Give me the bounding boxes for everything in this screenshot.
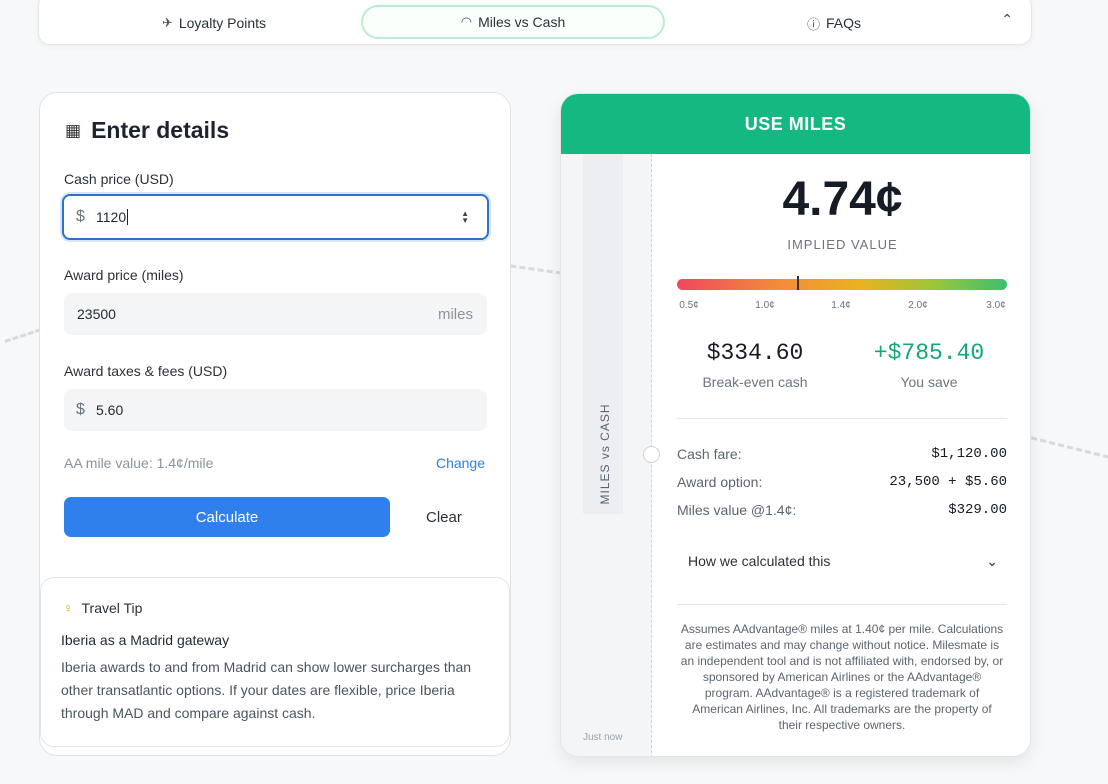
chevron-down-icon: ⌄	[986, 553, 998, 569]
travel-tip-card: ♀ Travel Tip Iberia as a Madrid gateway …	[40, 577, 510, 747]
disclaimer: Assumes AAdvantage® miles at 1.40¢ per m…	[680, 622, 1004, 732]
value-scale-marker	[797, 276, 800, 290]
row-value: 23,500 + $5.60	[889, 474, 1007, 490]
how-calculated-label: How we calculated this	[688, 553, 831, 569]
plane-icon: ✈	[161, 15, 173, 30]
breakeven-stat: $334.60 Break-even cash	[685, 340, 825, 390]
tab-label: Miles vs Cash	[478, 14, 566, 30]
text-cursor	[127, 209, 129, 225]
tip-body: Iberia awards to and from Madrid can sho…	[61, 659, 472, 721]
mile-value-text: AA mile value: 1.4¢/mile	[64, 455, 214, 471]
chevron-up-icon[interactable]: ⌃	[1001, 11, 1013, 28]
ticket-stub: MILES vs CASH Just now	[561, 154, 652, 756]
ticket-notch	[643, 446, 660, 463]
tab-bar: ✈ Loyalty Points ◠ Miles vs Cash ⓘ FAQs …	[38, 0, 1032, 45]
award-price-input[interactable]: 23500 miles	[64, 293, 487, 335]
implied-value-label: IMPLIED VALUE	[787, 237, 898, 252]
tab-loyalty-points[interactable]: ✈ Loyalty Points	[109, 6, 319, 40]
value-scale-bar	[677, 279, 1007, 290]
scale-tick: 3.0¢	[986, 300, 1006, 311]
tab-label: FAQs	[826, 15, 862, 31]
scale-tick: 1.4¢	[831, 300, 851, 311]
savings-label: You save	[900, 374, 958, 390]
savings-amount: +$785.40	[873, 340, 985, 366]
divider	[677, 418, 1007, 419]
details-card: ▦ Enter details Cash price (USD) $ 1120 …	[39, 92, 511, 756]
connector-line	[4, 328, 42, 343]
savings-stat: +$785.40 You save	[859, 340, 999, 390]
breakeven-label: Break-even cash	[702, 374, 808, 390]
award-price-value: 23500	[77, 306, 116, 322]
how-calculated-toggle[interactable]: How we calculated this ⌄	[688, 553, 998, 570]
breakeven-amount: $334.60	[706, 340, 804, 366]
row-value: $1,120.00	[931, 446, 1007, 462]
tab-miles-vs-cash[interactable]: ◠ Miles vs Cash	[361, 5, 665, 39]
scale-tick: 0.5¢	[679, 300, 699, 311]
summary-row: Award option: 23,500 + $5.60	[677, 474, 1007, 490]
row-label: Award option:	[677, 474, 763, 490]
gauge-icon: ◠	[460, 14, 473, 29]
cash-price-value: 1120	[96, 209, 127, 225]
divider	[677, 604, 1007, 605]
tip-header: ♀ Travel Tip	[63, 600, 142, 616]
timestamp: Just now	[583, 732, 623, 743]
stub-label: MILES vs CASH	[598, 403, 612, 505]
scale-tick: 2.0¢	[908, 300, 928, 311]
summary-row: Miles value @1.4¢: $329.00	[677, 502, 1007, 518]
taxes-label: Award taxes & fees (USD)	[64, 363, 228, 379]
dollar-prefix: $	[76, 208, 85, 225]
taxes-input[interactable]: $ 5.60	[64, 389, 487, 431]
change-link[interactable]: Change	[436, 455, 485, 471]
help-circle-icon: ⓘ	[806, 16, 820, 32]
dollar-prefix: $	[76, 401, 85, 418]
row-label: Miles value @1.4¢:	[677, 502, 797, 518]
connector-line	[1030, 436, 1108, 459]
connector-line	[510, 264, 562, 275]
taxes-value: 5.60	[96, 402, 124, 418]
details-header: ▦ Enter details	[65, 117, 229, 144]
clear-button[interactable]: Clear	[426, 509, 462, 526]
award-price-label: Award price (miles)	[64, 267, 184, 283]
number-stepper[interactable]: ▲ ▼	[461, 210, 469, 225]
calculator-icon: ▦	[65, 120, 82, 140]
scale-tick: 1.0¢	[755, 300, 775, 311]
recommendation-banner: USE MILES	[561, 94, 1030, 154]
page-title: Enter details	[91, 117, 230, 143]
miles-suffix: miles	[437, 305, 473, 323]
summary-row: Cash fare: $1,120.00	[677, 446, 1007, 462]
implied-value: 4.74¢	[782, 173, 903, 226]
lightbulb-icon: ♀	[63, 600, 74, 616]
result-card: USE MILES MILES vs CASH Just now 4.74¢ I…	[560, 93, 1031, 757]
tip-subheading: Iberia as a Madrid gateway	[61, 632, 230, 648]
tab-faqs[interactable]: ⓘ FAQs	[729, 6, 939, 40]
calculate-button[interactable]: Calculate	[64, 497, 390, 537]
cash-price-input[interactable]: $ 1120 ▲ ▼	[62, 194, 489, 240]
row-value: $329.00	[948, 502, 1007, 518]
tip-heading: Travel Tip	[81, 600, 143, 616]
row-label: Cash fare:	[677, 446, 742, 462]
cash-price-label: Cash price (USD)	[64, 171, 174, 187]
tab-label: Loyalty Points	[178, 15, 267, 31]
